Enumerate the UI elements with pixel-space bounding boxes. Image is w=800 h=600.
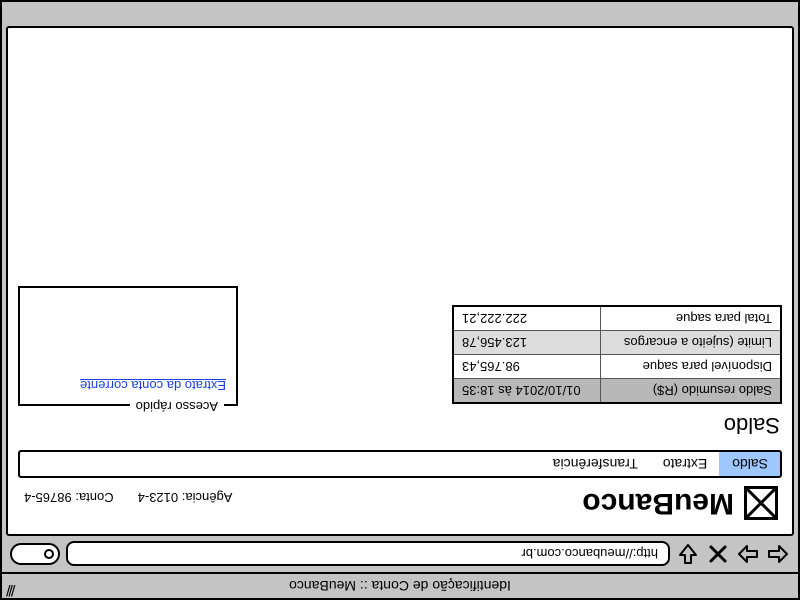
quick-access-box: Acesso rápido Extrato da conta corrente <box>18 286 238 406</box>
agencia: Agência: 0123-4 <box>138 491 233 506</box>
conta-label: Conta: <box>75 491 113 506</box>
balance-label: Limite (sujeito a encargos <box>601 331 781 355</box>
forward-icon[interactable] <box>736 542 760 566</box>
browser-window: Identificação de Conta :: MeuBanco /// h… <box>0 0 800 600</box>
table-row: Saldo resumido (R$) 01/10/2014 às 18:35 <box>453 379 781 404</box>
page-body: Saldo Saldo resumido (R$) 01/10/2014 às … <box>18 38 782 450</box>
search-pill[interactable] <box>10 543 60 565</box>
back-icon[interactable] <box>766 542 790 566</box>
window-title: Identificação de Conta :: MeuBanco <box>289 578 511 594</box>
balance-value: 222.222,21 <box>453 306 601 331</box>
tab-transferencia[interactable]: Transferência <box>540 452 650 476</box>
balance-value: 123.456,78 <box>453 331 601 355</box>
conta: Conta: 98765-4 <box>24 491 114 506</box>
table-row: Total para saque 222.222,21 <box>453 306 781 331</box>
quick-link-extrato[interactable]: Extrato da conta corrente <box>80 378 226 393</box>
right-column: Acesso rápido Extrato da conta corrente <box>18 38 238 442</box>
balance-table: Saldo resumido (R$) 01/10/2014 às 18:35 … <box>452 305 782 404</box>
url-input[interactable]: http://meubanco.com.br <box>66 542 670 567</box>
balance-label: Total para saque <box>601 306 781 331</box>
agencia-label: Agência: <box>182 491 233 506</box>
browser-toolbar: http://meubanco.com.br <box>2 536 798 572</box>
brand-row: MeuBanco Agência: 0123-4 Conta: 98765-4 <box>18 478 782 524</box>
balance-header-right: 01/10/2014 às 18:35 <box>453 379 601 404</box>
bottom-band <box>2 2 798 14</box>
table-row: Limite (sujeito a encargos 123.456,78 <box>453 331 781 355</box>
quick-access-legend: Acesso rápido <box>130 399 224 414</box>
stop-icon[interactable] <box>706 542 730 566</box>
tab-extrato[interactable]: Extrato <box>650 452 719 476</box>
tab-saldo[interactable]: Saldo <box>719 452 780 476</box>
table-row: Disponível para saque 98.765,43 <box>453 355 781 379</box>
section-title: Saldo <box>238 412 780 438</box>
balance-header-left: Saldo resumido (R$) <box>601 379 781 404</box>
left-column: Saldo Saldo resumido (R$) 01/10/2014 às … <box>238 38 782 442</box>
brand-name: MeuBanco <box>582 486 734 520</box>
page-content: MeuBanco Agência: 0123-4 Conta: 98765-4 … <box>6 26 794 536</box>
balance-label: Disponível para saque <box>601 355 781 379</box>
agencia-value: 0123-4 <box>138 491 178 506</box>
search-icon <box>44 549 54 559</box>
url-text: http://meubanco.com.br <box>521 547 658 562</box>
balance-value: 98.765,43 <box>453 355 601 379</box>
brand: MeuBanco <box>582 486 778 520</box>
conta-value: 98765-4 <box>24 491 72 506</box>
download-icon[interactable] <box>676 542 700 566</box>
window-controls-icon[interactable]: /// <box>8 584 15 594</box>
titlebar: Identificação de Conta :: MeuBanco /// <box>2 572 798 598</box>
logo-icon <box>744 486 778 520</box>
account-info: Agência: 0123-4 Conta: 98765-4 <box>24 491 232 516</box>
tab-strip: Saldo Extrato Transferência <box>18 450 782 478</box>
